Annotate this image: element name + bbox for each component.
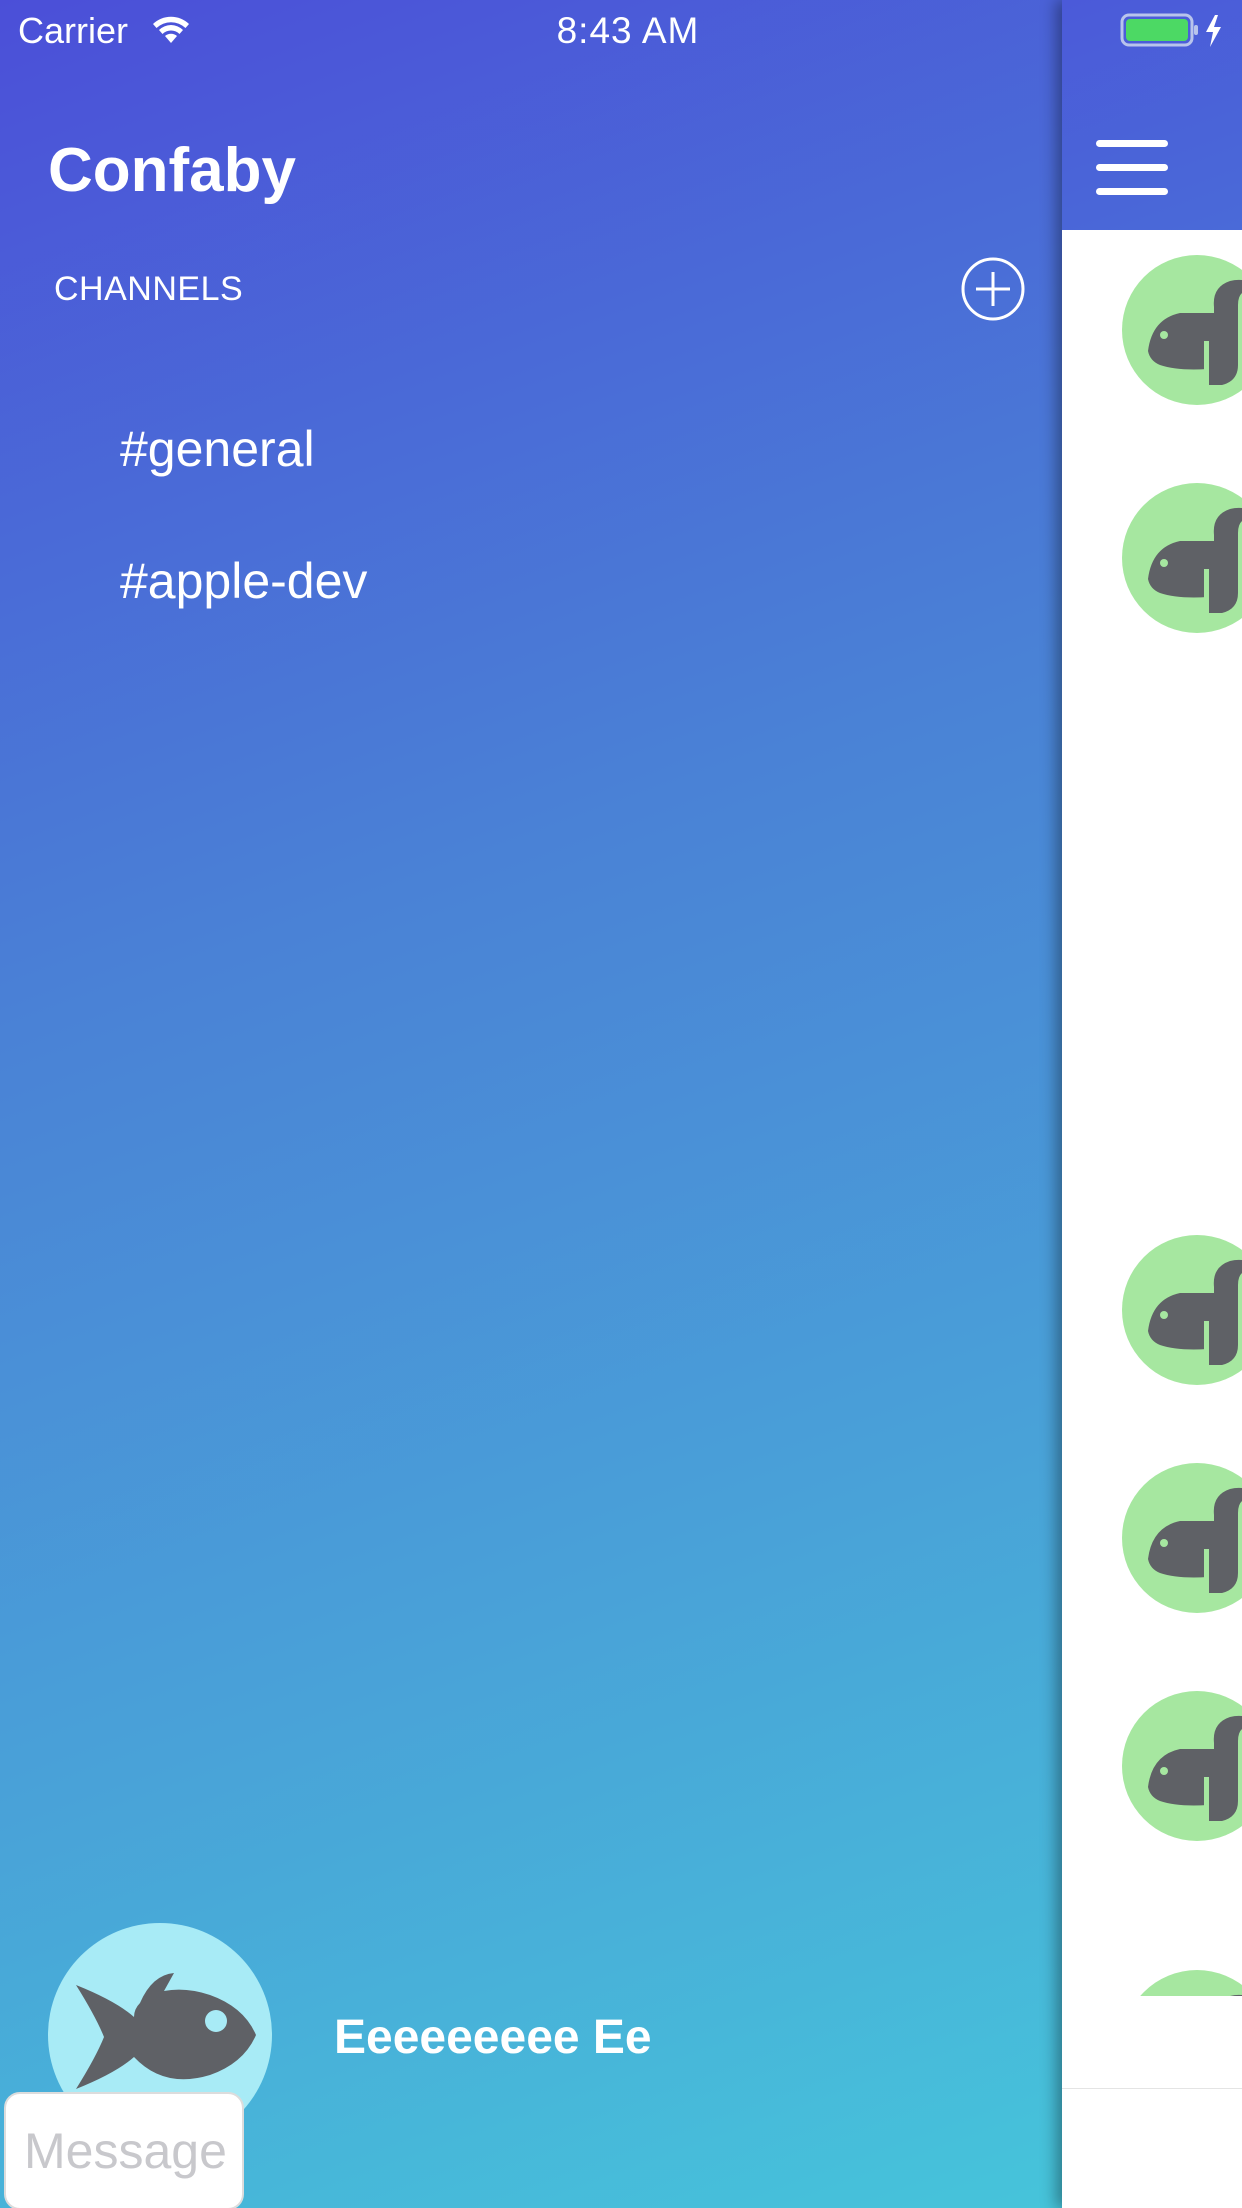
message-avatar: [1122, 1970, 1242, 1996]
plus-circle-icon: [961, 257, 1025, 321]
menu-line: [1096, 188, 1168, 195]
hamburger-menu-button[interactable]: [1096, 138, 1170, 196]
whale-icon: [1148, 1715, 1242, 1821]
message-avatar: [1122, 483, 1242, 633]
whale-icon: [1230, 1994, 1242, 1996]
message-avatar: [1122, 1235, 1242, 1385]
fish-icon: [76, 1973, 256, 2089]
status-bar: Carrier 8:43 AM: [0, 0, 1242, 60]
menu-line: [1096, 164, 1168, 171]
whale-icon: [1148, 1487, 1242, 1593]
whale-icon: [1148, 1259, 1242, 1365]
channel-item-apple-dev[interactable]: #apple-dev: [120, 552, 367, 610]
whale-icon: [1148, 279, 1242, 385]
channels-header: CHANNELS: [54, 270, 244, 308]
chat-panel[interactable]: [1062, 0, 1242, 2208]
message-composer: [1062, 2088, 1242, 2208]
message-input[interactable]: [4, 2092, 244, 2208]
whale-icon: [1148, 507, 1242, 613]
message-avatar: [1122, 1463, 1242, 1613]
battery-icon: [1120, 13, 1230, 58]
status-time: 8:43 AM: [556, 10, 700, 51]
menu-line: [1096, 140, 1168, 147]
message-avatar: [1122, 255, 1242, 405]
message-list[interactable]: [1062, 230, 1242, 1996]
app-screen: Carrier 8:43 AM Confaby CHANNELS #genera…: [0, 0, 1242, 2208]
user-name[interactable]: Eeeeeeeee Ee: [334, 2010, 652, 2065]
add-channel-button[interactable]: [960, 256, 1026, 322]
message-avatar: [1122, 1691, 1242, 1841]
side-menu: Confaby CHANNELS #general #apple-dev Eee…: [0, 0, 1062, 2208]
app-title: Confaby: [48, 136, 296, 205]
channel-item-general[interactable]: #general: [120, 420, 315, 478]
